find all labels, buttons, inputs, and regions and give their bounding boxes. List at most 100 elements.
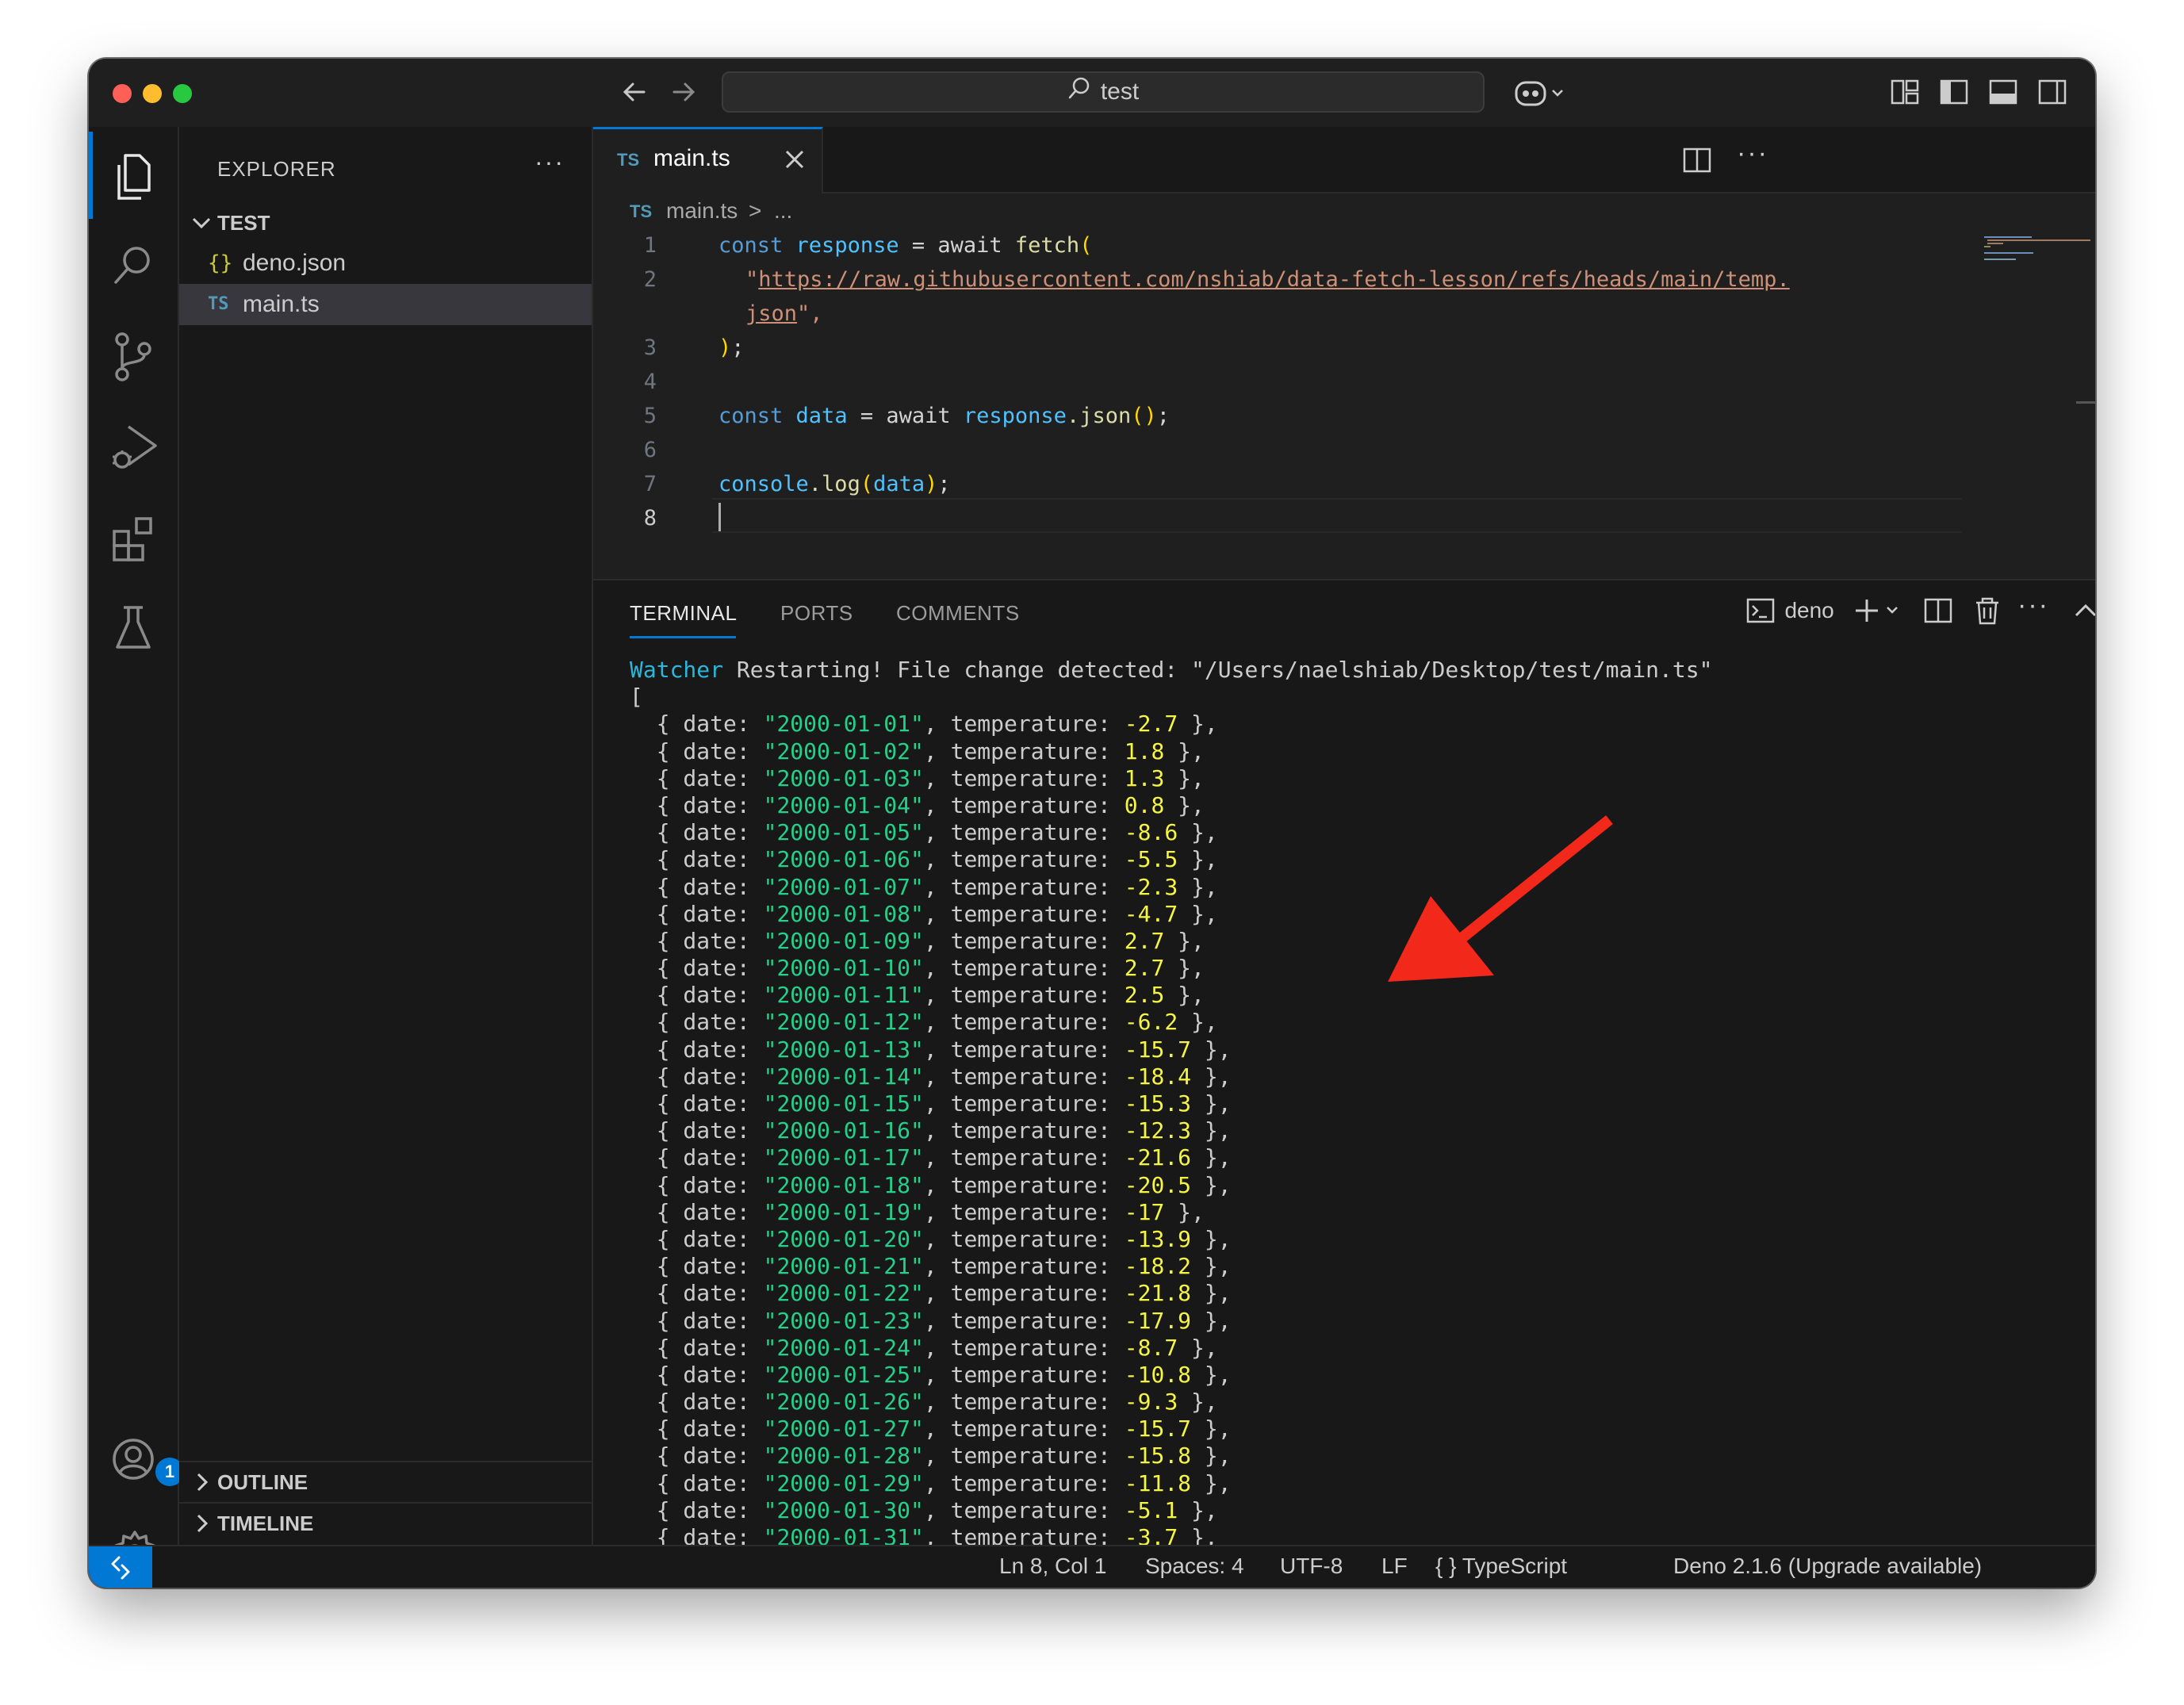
date-value: 2000-01-25 — [776, 1361, 911, 1388]
language-mode[interactable]: { } TypeScript — [1435, 1546, 1567, 1586]
terminal-line: { date: "2000-01-05", temperature: -8.6 … — [630, 819, 1218, 846]
temperature-value: -5.5 — [1124, 846, 1178, 873]
date-value: 2000-01-21 — [776, 1253, 911, 1280]
code-editor[interactable]: 1 2 3 4 5 6 7 8 const response = await f… — [593, 228, 2095, 579]
testing-icon[interactable] — [111, 603, 155, 649]
panel-more-actions-icon[interactable]: ··· — [2017, 590, 2049, 621]
temperature-value: -21.6 — [1124, 1144, 1192, 1171]
indentation[interactable]: Spaces: 4 — [1145, 1546, 1244, 1586]
command-center-search[interactable]: test — [722, 71, 1485, 113]
source-control-icon[interactable] — [111, 331, 155, 381]
temperature-value: -2.7 — [1124, 711, 1178, 738]
line-number: 4 — [643, 370, 657, 394]
terminal-line: { date: "2000-01-26", temperature: -9.3 … — [630, 1389, 1218, 1416]
tab-comments[interactable]: COMMENTS — [896, 601, 1020, 626]
date-value: 2000-01-10 — [776, 955, 911, 982]
vscode-window: test 1 EXPLORER ··· TEST {} deno.json TS… — [89, 59, 2095, 1588]
temperature-value: 1.8 — [1124, 738, 1165, 764]
temperature-value: -13.9 — [1124, 1225, 1192, 1252]
problems-indicator[interactable]: 0 0 — [171, 1546, 252, 1588]
toggle-panel-icon[interactable] — [1987, 76, 2019, 112]
explorer-icon[interactable] — [111, 152, 155, 200]
line-number: 8 — [643, 506, 657, 531]
accounts-icon[interactable]: 1 — [111, 1437, 184, 1486]
watcher-message: Restarting! File change detected: "/User… — [723, 657, 1713, 683]
zoom-window-button[interactable] — [173, 84, 192, 103]
tab-ports[interactable]: PORTS — [780, 601, 853, 626]
temperature-value: -15.8 — [1124, 1443, 1192, 1469]
date-value: 2000-01-04 — [776, 791, 911, 818]
tab-main-ts[interactable]: TS main.ts — [593, 127, 823, 193]
breadcrumb-symbols[interactable]: ... — [774, 198, 792, 224]
temperature-value: -11.8 — [1124, 1469, 1192, 1496]
terminal-line: { date: "2000-01-11", temperature: 2.5 }… — [630, 982, 1205, 1009]
close-window-button[interactable] — [113, 84, 132, 103]
deno-version[interactable]: Deno 2.1.6 (Upgrade available) — [1673, 1546, 1982, 1586]
outline-header[interactable]: OUTLINE — [179, 1462, 592, 1502]
close-icon[interactable] — [784, 142, 806, 184]
folder-test-header[interactable]: TEST — [179, 203, 592, 243]
temperature-value: -20.5 — [1124, 1171, 1192, 1198]
date-value: 2000-01-17 — [776, 1144, 911, 1171]
terminal-line: { date: "2000-01-18", temperature: -20.5… — [630, 1171, 1232, 1198]
date-value: 2000-01-13 — [776, 1036, 911, 1063]
new-terminal-icon[interactable] — [1853, 595, 1905, 630]
arrow-left-icon[interactable] — [619, 75, 650, 117]
chevron-up-icon[interactable] — [2070, 595, 2095, 630]
run-debug-icon[interactable] — [111, 422, 157, 469]
toggle-secondary-sidebar-icon[interactable] — [2036, 76, 2068, 112]
search-icon[interactable] — [111, 243, 155, 287]
date-value: 2000-01-18 — [776, 1171, 911, 1198]
watcher-label: Watcher — [630, 657, 724, 683]
file-deno-json[interactable]: {} deno.json — [179, 243, 592, 284]
sidebar-title: EXPLORER — [217, 157, 336, 181]
date-value: 2000-01-24 — [776, 1334, 911, 1361]
active-indicator — [89, 132, 93, 219]
file-main-ts[interactable]: TS main.ts — [179, 284, 592, 325]
terminal-output[interactable]: Watcher Restarting! File change detected… — [630, 657, 2041, 1545]
tab-terminal[interactable]: TERMINAL — [630, 601, 737, 626]
minimap[interactable] — [1981, 230, 2095, 579]
breadcrumb: TS main.ts > ... — [593, 192, 2095, 228]
split-editor-icon[interactable] — [1681, 144, 1713, 180]
breadcrumb-file[interactable]: main.ts — [666, 198, 738, 224]
file-name: deno.json — [243, 250, 347, 276]
breadcrumb-separator: > — [749, 198, 762, 223]
terminal-line: { date: "2000-01-08", temperature: -4.7 … — [630, 900, 1218, 927]
cursor-position[interactable]: Ln 8, Col 1 — [999, 1546, 1106, 1586]
trash-icon[interactable] — [1971, 595, 2003, 630]
url-link[interactable]: https://raw.githubusercontent.com/nshiab… — [758, 267, 1789, 292]
line-number: 5 — [643, 404, 657, 428]
encoding[interactable]: UTF-8 — [1280, 1546, 1343, 1586]
terminal-instance[interactable]: deno — [1746, 596, 1834, 625]
date-value: 2000-01-09 — [776, 927, 911, 954]
editor-more-actions-icon[interactable]: ··· — [1737, 138, 1768, 169]
activity-bar: 1 — [89, 127, 184, 1575]
timeline-header[interactable]: TIMELINE — [179, 1504, 592, 1543]
terminal-line: { date: "2000-01-17", temperature: -21.6… — [630, 1144, 1232, 1171]
date-value: 2000-01-12 — [776, 1009, 911, 1036]
extensions-icon[interactable] — [111, 514, 155, 561]
terminal-icon — [1746, 598, 1775, 623]
end-of-line[interactable]: LF — [1381, 1546, 1408, 1586]
url-link[interactable]: json — [745, 301, 797, 326]
date-value: 2000-01-28 — [776, 1443, 911, 1469]
split-terminal-icon[interactable] — [1922, 595, 1954, 630]
ports-indicator[interactable]: 0 — [303, 1546, 381, 1588]
toggle-primary-sidebar-icon[interactable] — [1938, 76, 1970, 112]
typescript-file-icon: TS — [617, 150, 640, 170]
braces-icon: { } — [1435, 1554, 1457, 1578]
date-value: 2000-01-31 — [776, 1524, 911, 1545]
terminal-line: { date: "2000-01-09", temperature: 2.7 }… — [630, 927, 1205, 954]
copilot-icon[interactable] — [1513, 76, 1569, 113]
more-actions-icon[interactable]: ··· — [535, 148, 565, 177]
bell-icon[interactable] — [2044, 1546, 2095, 1588]
temperature-value: -12.3 — [1124, 1117, 1192, 1144]
minimize-window-button[interactable] — [143, 84, 162, 103]
terminal-line: { date: "2000-01-27", temperature: -15.7… — [630, 1416, 1232, 1443]
command-center-text: test — [1100, 79, 1140, 105]
customize-layout-icon[interactable] — [1889, 76, 1921, 112]
temperature-value: 2.7 — [1124, 927, 1165, 954]
remote-indicator[interactable] — [89, 1546, 152, 1588]
arrow-right-icon[interactable] — [668, 75, 699, 117]
